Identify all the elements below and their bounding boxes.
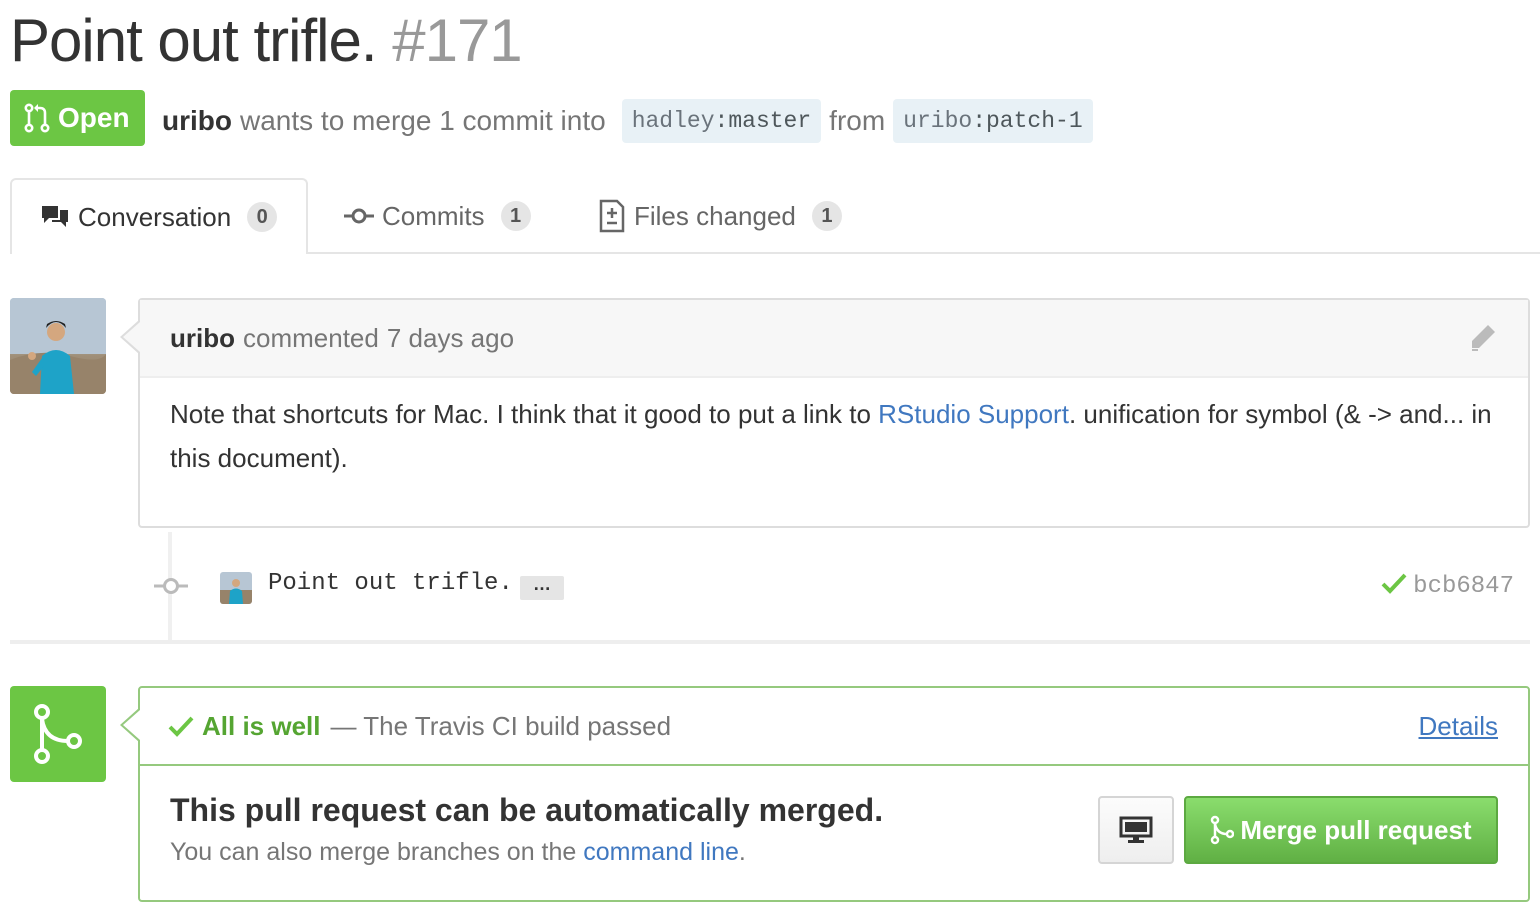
commit-ellipsis-button[interactable]: … [520,575,564,600]
head-repo: uribo [903,108,973,134]
comment-header: uribo commented 7 days ago [140,300,1528,378]
commit-row: Point out trifle. … bcb6847 [150,566,1520,606]
merge-subtext-text: You can also merge branches on the [170,838,584,866]
comment-author[interactable]: uribo [170,323,235,354]
pr-meta-text: wants to merge 1 commit into [240,105,606,136]
git-commit-icon [154,578,188,594]
tab-counter: 1 [811,201,842,231]
desktop-icon [1119,816,1153,843]
state-badge: Open [10,90,145,146]
commit-sha[interactable]: bcb6847 [1381,572,1514,600]
comment-discussion-icon [42,206,68,227]
merge-box: All is well — The Travis CI build passed… [138,686,1530,902]
tab-files-changed[interactable]: Files changed 1 [598,178,842,254]
head-branch-name: patch-1 [986,108,1083,134]
check-icon [1381,573,1407,594]
comment-body: Note that shortcuts for Mac. I think tha… [140,378,1528,494]
rstudio-support-link[interactable]: RStudio Support [878,399,1069,429]
comment-time[interactable]: 7 days ago [387,323,514,354]
pr-title-text: Point out trifle. [10,7,378,74]
avatar[interactable] [10,298,106,394]
merge-pull-request-button[interactable]: Merge pull request [1184,796,1498,864]
commit-message[interactable]: Point out trifle. [268,570,513,597]
tab-counter: 1 [500,201,531,231]
command-line-button[interactable] [1098,796,1174,864]
details-link[interactable]: Details [1419,711,1498,742]
merge-subtext: You can also merge branches on the comma… [170,838,746,867]
tab-commits[interactable]: Commits 1 [344,178,531,254]
merge-arrow-fill [123,710,140,740]
git-commit-icon [344,208,374,224]
tab-conversation[interactable]: Conversation 0 [10,178,308,254]
file-diff-icon [599,199,625,233]
tab-label: Commits [382,200,485,231]
comment-action: commented [243,322,379,353]
command-line-link[interactable]: command line [583,838,739,866]
head-branch[interactable]: uribo:patch-1 [893,99,1093,143]
base-repo: hadley [631,108,715,134]
comment-arrow-fill [123,322,140,352]
pencil-icon[interactable] [1468,322,1498,354]
timeline-divider [10,640,1530,644]
comment: uribo commented 7 days ago Note that sho… [138,298,1530,528]
comment-text-1: Note that shortcuts for Mac. I think tha… [170,399,879,429]
ci-status-title: All is well [202,710,321,741]
commit-avatar[interactable] [220,572,252,604]
git-pull-request-icon [24,103,50,133]
state-label: Open [58,102,130,133]
git-merge-icon [34,704,82,764]
merge-message: This pull request can be automatically m… [170,792,884,828]
git-merge-icon [1211,815,1235,845]
merge-subtext-end: . [738,838,746,866]
tab-label: Conversation [78,201,232,232]
merge-button-label: Merge pull request [1240,814,1472,845]
tab-label: Files changed [634,200,796,231]
check-icon [168,716,194,737]
pr-meta: uribo wants to merge 1 commit into hadle… [162,98,1093,144]
base-branch[interactable]: hadley:master [621,99,822,143]
merge-status-icon [10,686,106,782]
from-label: from [829,105,886,136]
base-branch-name: master [728,108,812,134]
ci-status-row: All is well — The Travis CI build passed… [140,688,1528,766]
tab-counter: 0 [247,202,278,232]
commit-sha-text: bcb6847 [1413,573,1514,600]
pr-number: #171 [392,7,522,74]
pr-author[interactable]: uribo [162,105,232,137]
ci-status-text: — The Travis CI build passed [330,710,672,741]
pr-title: Point out trifle. #171 [10,6,523,75]
